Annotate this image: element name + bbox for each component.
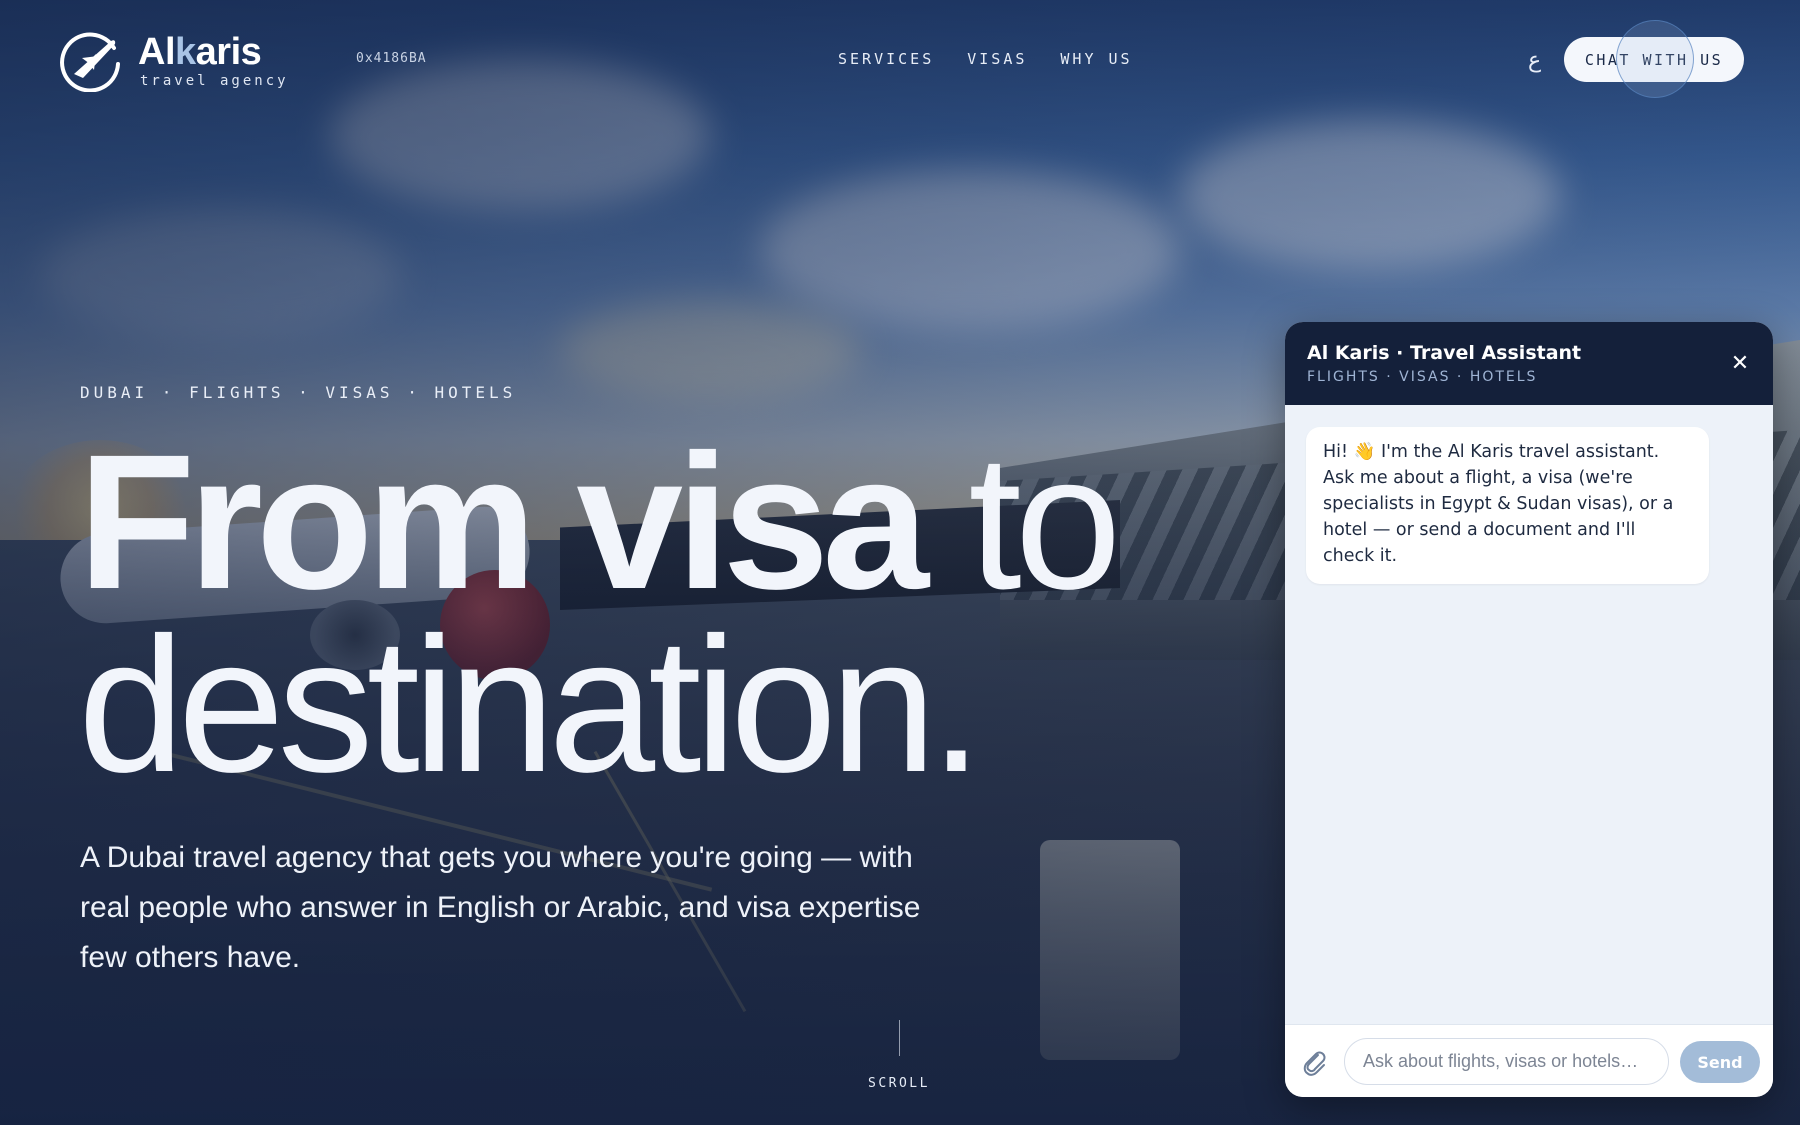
color-code-label: 0x4186BA <box>356 51 427 66</box>
chat-widget: Al Karis · Travel Assistant FLIGHTS · VI… <box>1285 322 1773 1097</box>
brand-name-part: aris <box>195 30 262 73</box>
language-toggle[interactable]: ع <box>1528 48 1541 73</box>
nav-why-us[interactable]: WHY US <box>1060 50 1132 68</box>
brand-name-part: Al <box>138 30 176 73</box>
hero-headline: From visa to destination. <box>78 426 1178 812</box>
brand-text: Al k aris travel agency <box>138 32 289 89</box>
chat-with-us-button[interactable]: CHAT WITH US <box>1564 37 1744 82</box>
assistant-message: Hi! 👋 I'm the Al Karis travel assistant.… <box>1306 427 1709 584</box>
send-button[interactable]: Send <box>1680 1041 1760 1083</box>
hero-eyebrow: DUBAI · FLIGHTS · VISAS · HOTELS <box>80 383 517 402</box>
plane-in-circle-icon <box>60 32 120 92</box>
brand-name: Al k aris <box>138 32 289 72</box>
headline-line-1: From visa to <box>78 426 1178 618</box>
headline-light: to <box>968 414 1121 629</box>
nav-visas[interactable]: VISAS <box>967 50 1027 68</box>
chat-composer: Send <box>1285 1024 1773 1097</box>
chat-message-input[interactable] <box>1344 1038 1669 1085</box>
headline-line-2: destination. <box>78 597 983 812</box>
scroll-indicator[interactable]: SCROLL <box>868 1076 930 1091</box>
scroll-indicator-line <box>899 1020 900 1056</box>
paperclip-icon[interactable] <box>1299 1047 1329 1077</box>
chat-subtitle: FLIGHTS · VISAS · HOTELS <box>1307 369 1538 385</box>
brand-name-accent: k <box>175 30 196 73</box>
chat-title: Al Karis · Travel Assistant <box>1307 342 1582 364</box>
brand-logo[interactable]: Al k aris travel agency <box>60 28 289 92</box>
main-nav: SERVICES VISAS WHY US <box>838 50 1133 68</box>
chat-header: Al Karis · Travel Assistant FLIGHTS · VI… <box>1285 322 1773 405</box>
hero-description: A Dubai travel agency that gets you wher… <box>80 841 921 974</box>
close-icon[interactable]: ✕ <box>1725 348 1755 378</box>
brand-tagline: travel agency <box>140 72 289 89</box>
nav-services[interactable]: SERVICES <box>838 50 934 68</box>
